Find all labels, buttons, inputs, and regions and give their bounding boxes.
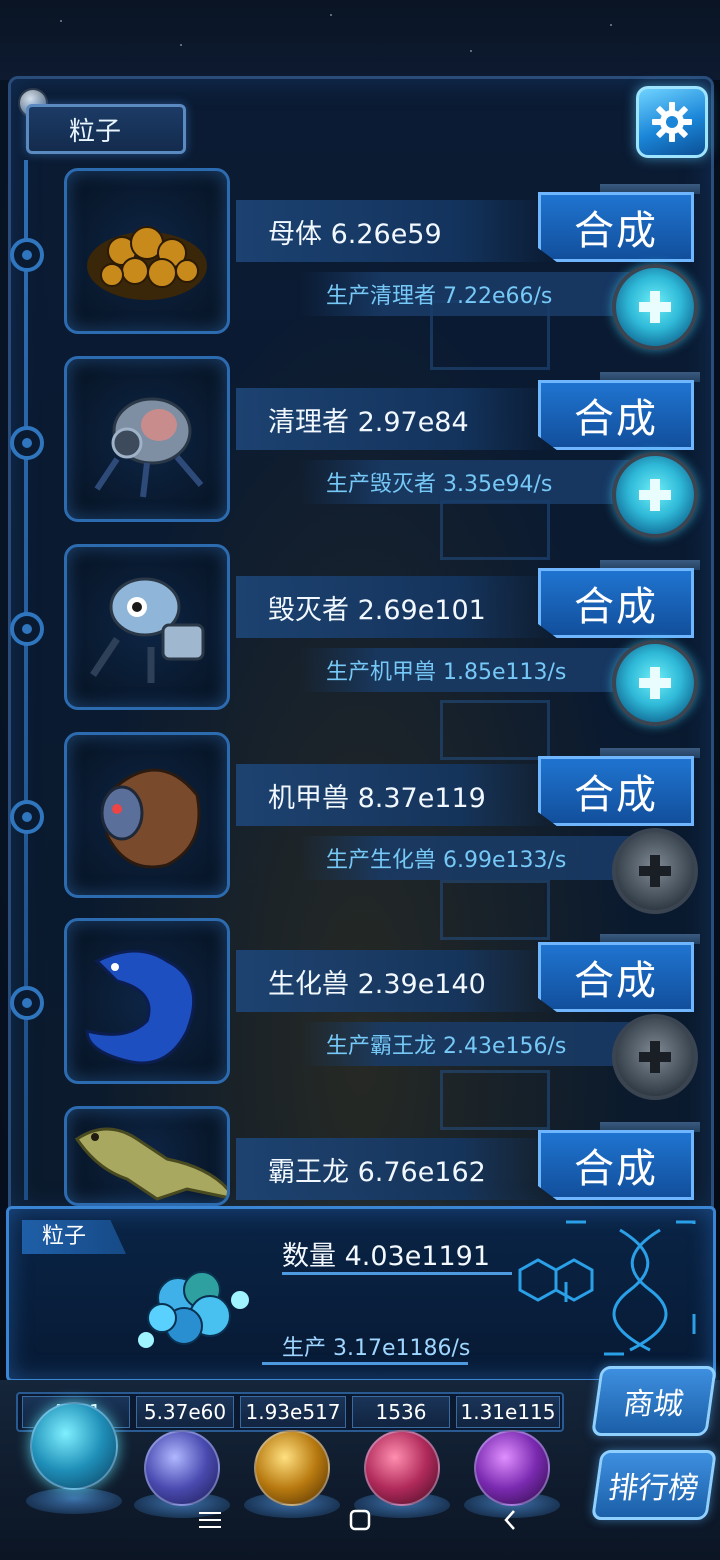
home-square-icon (349, 1509, 371, 1531)
plus-icon (639, 291, 671, 323)
resource-counter: 1.31e115 (456, 1396, 560, 1428)
shop-button[interactable]: 商城 (591, 1366, 717, 1436)
gear-icon (652, 102, 692, 142)
creature-portrait (64, 168, 230, 334)
upgrade-button[interactable] (612, 828, 698, 914)
particle-cluster-icon (138, 1271, 249, 1348)
orb-vortex[interactable] (474, 1430, 550, 1506)
creature-name: 霸王龙 6.76e162 (236, 1138, 556, 1200)
orb-particle[interactable] (30, 1402, 118, 1490)
merge-button[interactable]: 合成 (538, 192, 694, 262)
creature-name: 毁灭者 2.69e101 (236, 576, 556, 638)
orb-fire[interactable] (254, 1430, 330, 1506)
category-tab-label: 粒子 (69, 116, 122, 147)
resource-counter: 1536 (352, 1396, 450, 1428)
plus-icon (639, 1041, 671, 1073)
creature-name: 清理者 2.97e84 (236, 388, 556, 450)
menu-icon (199, 1512, 221, 1528)
creature-row: 清理者 2.97e84 合成 生产毁灭者 3.35e94/s (0, 356, 720, 538)
production-rate: 生产机甲兽 1.85e113/s (300, 648, 630, 692)
particle-production-rate: 生产 3.17e1186/s (282, 1336, 471, 1361)
merge-button[interactable]: 合成 (538, 756, 694, 826)
divider (282, 1272, 512, 1275)
merge-button[interactable]: 合成 (538, 380, 694, 450)
plus-icon (639, 479, 671, 511)
upgrade-button[interactable] (612, 640, 698, 726)
particle-count: 数量 4.03e1191 (282, 1241, 491, 1272)
production-rate: 生产清理者 7.22e66/s (300, 272, 630, 316)
upgrade-button[interactable] (612, 452, 698, 538)
production-rate: 生产毁灭者 3.35e94/s (300, 460, 630, 504)
menu-nav-button[interactable] (190, 1500, 230, 1540)
creature-portrait (64, 918, 230, 1084)
back-nav-button[interactable] (490, 1500, 530, 1540)
merge-button[interactable]: 合成 (538, 1130, 694, 1200)
upgrade-button[interactable] (612, 264, 698, 350)
production-rate: 生产霸王龙 2.43e156/s (300, 1022, 630, 1066)
creature-row: 母体 6.26e59 合成 生产清理者 7.22e66/s (0, 168, 720, 350)
info-panel-tag: 粒子 (22, 1220, 126, 1254)
plus-icon (639, 855, 671, 887)
resource-counter: 1.93e517 (240, 1396, 346, 1428)
creature-row: 生化兽 2.39e140 合成 生产霸王龙 2.43e156/s (0, 918, 720, 1100)
upgrade-button[interactable] (612, 1014, 698, 1100)
divider (262, 1362, 468, 1365)
home-nav-button[interactable] (340, 1500, 380, 1540)
leaderboard-button[interactable]: 排行榜 (591, 1450, 717, 1520)
creature-row: 机甲兽 8.37e119 合成 生产生化兽 6.99e133/s (0, 732, 720, 914)
creature-portrait (64, 732, 230, 898)
merge-button[interactable]: 合成 (538, 568, 694, 638)
plus-icon (639, 667, 671, 699)
creature-portrait (64, 356, 230, 522)
creature-portrait (64, 544, 230, 710)
creature-name: 生化兽 2.39e140 (236, 950, 556, 1012)
orb-brain[interactable] (364, 1430, 440, 1506)
dna-icon (518, 1220, 696, 1356)
creature-name: 机甲兽 8.37e119 (236, 764, 556, 826)
space-background (0, 0, 720, 80)
category-tab[interactable]: 粒子 (26, 104, 186, 154)
orb-pedestal (26, 1488, 122, 1514)
creature-row: 毁灭者 2.69e101 合成 生产机甲兽 1.85e113/s (0, 544, 720, 726)
production-rate: 生产生化兽 6.99e133/s (300, 836, 630, 880)
back-chevron-icon (504, 1510, 515, 1530)
settings-button[interactable] (636, 86, 708, 158)
orb-lightning[interactable] (144, 1430, 220, 1506)
creature-name: 母体 6.26e59 (236, 200, 556, 262)
merge-button[interactable]: 合成 (538, 942, 694, 1012)
resource-counter: 5.37e60 (136, 1396, 234, 1428)
creature-portrait (64, 1106, 230, 1206)
